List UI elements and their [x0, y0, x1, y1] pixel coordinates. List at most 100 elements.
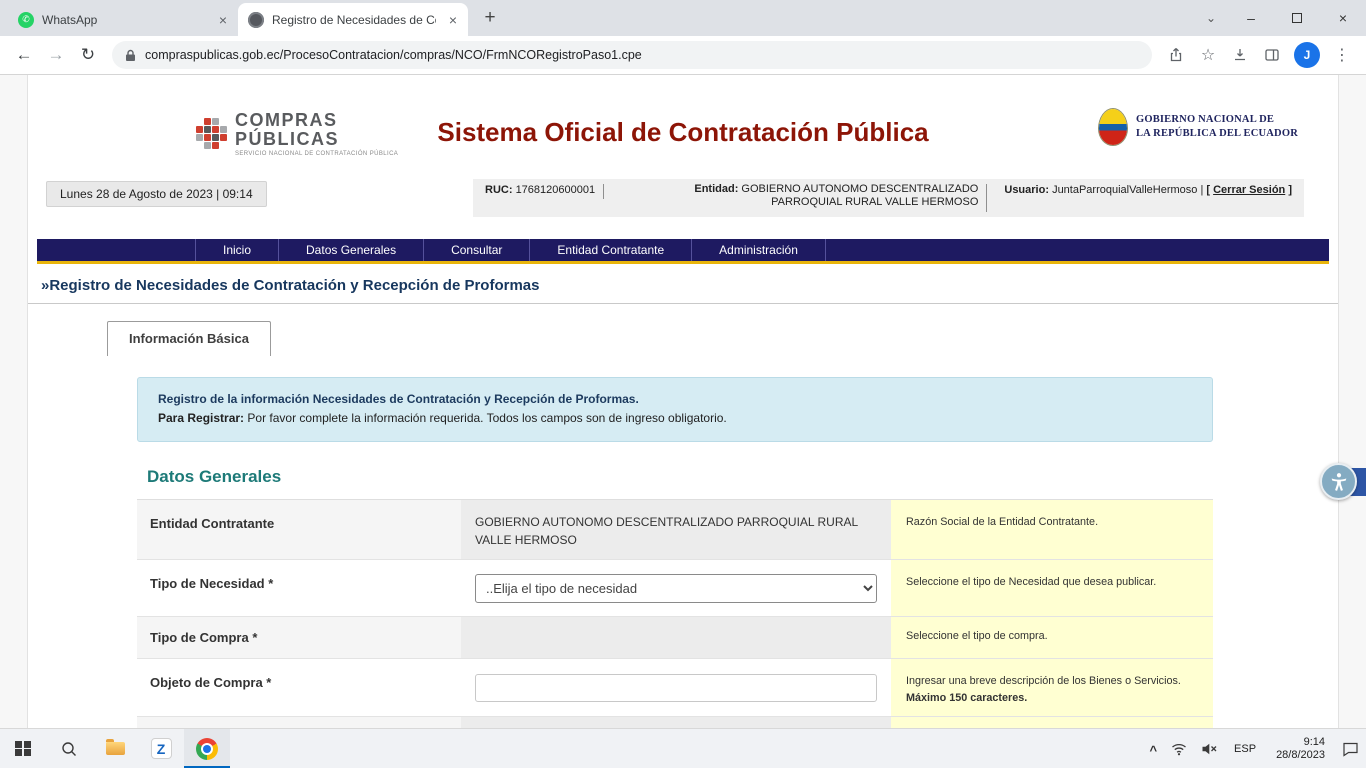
tab-close-icon[interactable]: ×	[214, 11, 232, 29]
folder-icon	[106, 742, 125, 755]
logo-tagline: SERVICIO NACIONAL DE CONTRATACIÓN PÚBLIC…	[235, 151, 398, 157]
menu-item-inicio[interactable]: Inicio	[195, 239, 278, 261]
accessibility-button[interactable]	[1320, 463, 1357, 500]
maximize-button[interactable]	[1274, 0, 1320, 36]
window-controls: ⌄ – ×	[1194, 0, 1366, 36]
form-row-codigo-necesidad: Código Necesidad de Contratación El códi…	[137, 717, 1213, 728]
taskbar-chrome-button[interactable]	[184, 729, 230, 768]
browser-menu-icon[interactable]: ⋮	[1328, 41, 1356, 69]
site-header: COMPRAS PÚBLICAS SERVICIO NACIONAL DE CO…	[28, 75, 1338, 175]
main-menu: Inicio Datos Generales Consultar Entidad…	[37, 239, 1329, 264]
back-button[interactable]: ←	[10, 41, 38, 69]
url-bar[interactable]: compraspublicas.gob.ec/ProcesoContrataci…	[112, 41, 1152, 69]
taskbar-clock[interactable]: 9:14 28/8/2023	[1266, 729, 1335, 768]
windows-logo-icon	[15, 741, 31, 757]
info-message-box: Registro de la información Necesidades d…	[137, 377, 1213, 442]
objeto-compra-input[interactable]	[475, 674, 877, 702]
breadcrumb: »Registro de Necesidades de Contratación…	[28, 272, 1338, 304]
logo-text-line1: COMPRAS	[235, 111, 398, 130]
date-time-box: Lunes 28 de Agosto de 2023 | 09:14	[46, 181, 267, 207]
tipo-compra-empty-cell	[461, 617, 891, 658]
form-row-objeto-compra: Objeto de Compra * Ingresar una breve de…	[137, 659, 1213, 716]
clock-date: 28/8/2023	[1276, 749, 1325, 762]
form-row-tipo-compra: Tipo de Compra * Seleccione el tipo de c…	[137, 617, 1213, 659]
field-help: Ingresar una breve descripción de los Bi…	[891, 659, 1213, 715]
tipo-necesidad-select[interactable]: ..Elija el tipo de necesidad	[475, 574, 877, 603]
taskbar-file-explorer-button[interactable]	[92, 729, 138, 768]
ruc-field: RUC: 1768120600001	[485, 183, 595, 212]
url-text[interactable]: compraspublicas.gob.ec/ProcesoContrataci…	[145, 48, 642, 62]
action-center-icon[interactable]	[1335, 729, 1366, 768]
volume-muted-icon[interactable]	[1194, 729, 1224, 768]
browser-tab-bar: ✆ WhatsApp × Registro de Necesidades de …	[0, 0, 1366, 36]
info-line2: Para Registrar: Por favor complete la in…	[158, 409, 1192, 428]
logout-link[interactable]: Cerrar Sesión	[1213, 184, 1285, 196]
language-indicator[interactable]: ESP	[1224, 729, 1266, 768]
desktop-screen: ✆ WhatsApp × Registro de Necesidades de …	[0, 0, 1366, 768]
tab-search-chevron-icon[interactable]: ⌄	[1194, 0, 1228, 36]
tab-label: Registro de Necesidades de Cont	[272, 13, 436, 27]
section-title: Datos Generales	[147, 467, 1338, 487]
clock-time: 9:14	[1304, 736, 1325, 749]
reload-button[interactable]: ↻	[74, 41, 102, 69]
windows-taskbar: Z ^ ESP 9:14 28/8/2023	[0, 728, 1366, 768]
minimize-button[interactable]: –	[1228, 0, 1274, 36]
system-tray: ^ ESP 9:14 28/8/2023	[1142, 729, 1366, 768]
lock-icon[interactable]	[125, 49, 136, 62]
maximize-icon	[1292, 13, 1302, 23]
session-info-row: Lunes 28 de Agosto de 2023 | 09:14 RUC: …	[28, 179, 1338, 229]
web-page: COMPRAS PÚBLICAS SERVICIO NACIONAL DE CO…	[0, 75, 1366, 728]
taskbar-z-app-button[interactable]: Z	[138, 729, 184, 768]
search-icon	[60, 740, 78, 758]
start-button[interactable]	[0, 729, 46, 768]
z-app-icon: Z	[151, 738, 172, 759]
menu-item-administracion[interactable]: Administración	[691, 239, 826, 261]
field-help: Seleccione el tipo de Necesidad que dese…	[891, 560, 1213, 616]
compras-publicas-logo: COMPRAS PÚBLICAS SERVICIO NACIONAL DE CO…	[196, 111, 398, 157]
download-icon[interactable]	[1226, 41, 1254, 69]
form-row-tipo-necesidad: Tipo de Necesidad * ..Elija el tipo de n…	[137, 560, 1213, 617]
chrome-icon	[196, 738, 218, 760]
tab-strip: Información Básica	[107, 321, 1338, 356]
whatsapp-icon: ✆	[18, 12, 34, 28]
page-title: Sistema Oficial de Contratación Pública	[437, 117, 928, 148]
divider	[986, 184, 987, 212]
field-label: Entidad Contratante	[137, 500, 461, 559]
field-label: Código Necesidad de Contratación	[137, 717, 461, 728]
profile-avatar[interactable]: J	[1294, 42, 1320, 68]
close-window-button[interactable]: ×	[1320, 0, 1366, 36]
entidad-field: Entidad: GOBIERNO AUTONOMO DESCENTRALIZA…	[612, 183, 978, 212]
hidden-icons-chevron[interactable]: ^	[1142, 729, 1164, 768]
tab-label: WhatsApp	[42, 13, 206, 27]
registration-form: Entidad Contratante GOBIERNO AUTONOMO DE…	[137, 500, 1213, 728]
browser-tab-registro[interactable]: Registro de Necesidades de Cont ×	[238, 3, 468, 36]
gov-text-line1: GOBIERNO NACIONAL DE	[1136, 113, 1298, 127]
menu-item-datos-generales[interactable]: Datos Generales	[278, 239, 423, 261]
menu-item-consultar[interactable]: Consultar	[423, 239, 529, 261]
form-row-entidad-contratante: Entidad Contratante GOBIERNO AUTONOMO DE…	[137, 500, 1213, 560]
tab-close-icon[interactable]: ×	[444, 11, 462, 29]
network-icon[interactable]	[1164, 729, 1194, 768]
field-help: Seleccione el tipo de compra.	[891, 617, 1213, 658]
share-icon[interactable]	[1162, 41, 1190, 69]
logo-pixel-art-icon	[196, 118, 227, 149]
menu-item-entidad-contratante[interactable]: Entidad Contratante	[529, 239, 691, 261]
usuario-field: Usuario: JuntaParroquialValleHermoso | […	[1004, 183, 1292, 212]
field-help: Razón Social de la Entidad Contratante.	[891, 500, 1213, 559]
session-box: RUC: 1768120600001 Entidad: GOBIERNO AUT…	[473, 179, 1304, 217]
field-label: Objeto de Compra *	[137, 659, 461, 715]
field-help: El código de Necesidad de Contratación s…	[891, 717, 1213, 728]
tab-informacion-basica[interactable]: Información Básica	[107, 321, 271, 356]
info-line1: Registro de la información Necesidades d…	[158, 390, 1192, 409]
accessibility-widget	[1318, 463, 1366, 503]
field-label: Tipo de Compra *	[137, 617, 461, 658]
gov-text-line2: LA REPÚBLICA DEL ECUADOR	[1136, 127, 1298, 141]
new-tab-button[interactable]: +	[476, 4, 504, 32]
taskbar-search-button[interactable]	[46, 729, 92, 768]
browser-tab-whatsapp[interactable]: ✆ WhatsApp ×	[8, 3, 238, 36]
side-panel-icon[interactable]	[1258, 41, 1286, 69]
bookmark-star-icon[interactable]: ☆	[1194, 41, 1222, 69]
ecuador-coat-of-arms-icon	[1099, 109, 1127, 145]
forward-button[interactable]: →	[42, 41, 70, 69]
divider	[603, 184, 604, 199]
